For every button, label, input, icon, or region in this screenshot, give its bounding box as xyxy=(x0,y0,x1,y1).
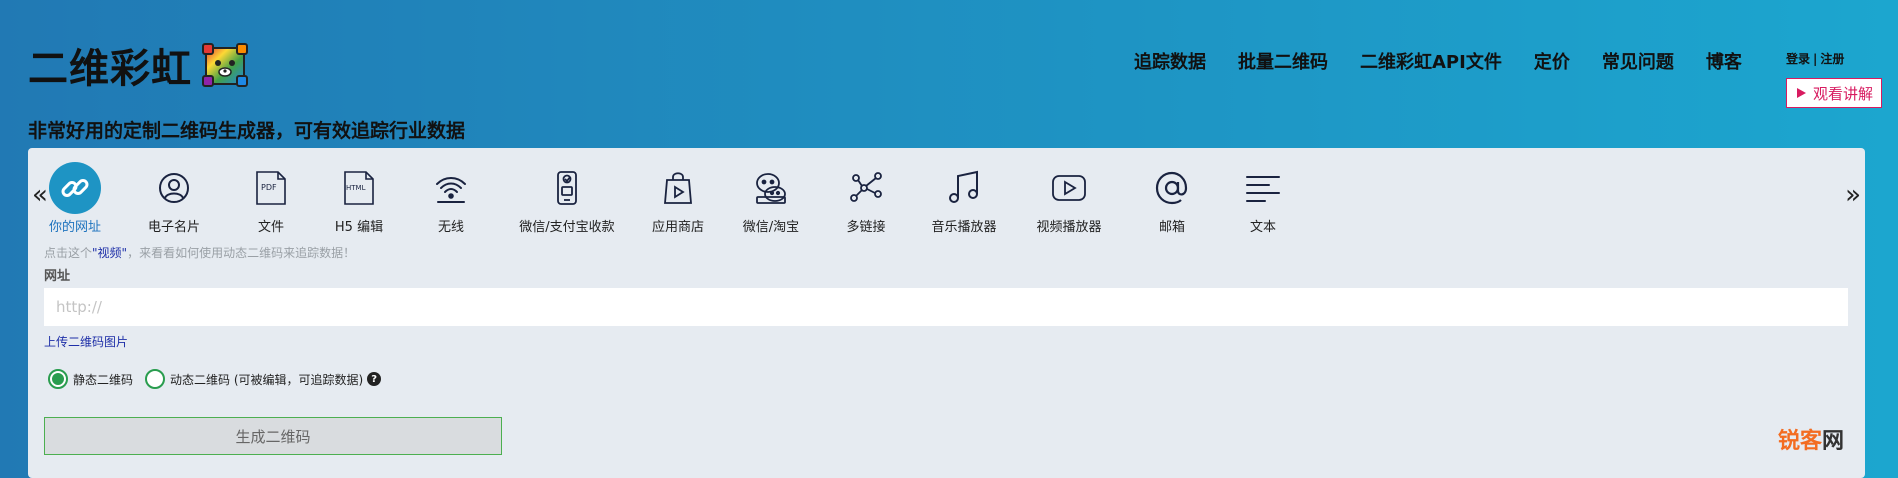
logo-text: 二维彩虹 xyxy=(28,46,192,92)
auth-links: 登录 | 注册 xyxy=(1786,50,1844,67)
person-icon xyxy=(159,173,189,203)
type-label-text: 文本 xyxy=(1249,220,1276,235)
auth-separator: | xyxy=(1813,52,1818,66)
nav-pricing[interactable]: 定价 xyxy=(1534,48,1570,74)
nav-api-docs[interactable]: 二维彩虹API文件 xyxy=(1360,48,1502,74)
type-tab-vcard[interactable]: 电子名片 xyxy=(146,162,202,235)
html-file-icon: HTML xyxy=(344,171,374,205)
pdf-file-icon: PDF xyxy=(256,171,286,205)
type-tab-wechat-taobao[interactable]: 微信/淘宝 xyxy=(742,162,800,235)
rainbow-bear-logo-icon xyxy=(202,43,248,87)
type-tab-music[interactable]: 音乐播放器 xyxy=(931,162,997,235)
nav-faq[interactable]: 常见问题 xyxy=(1602,48,1674,74)
wechat-icon xyxy=(756,173,786,204)
payment-icon xyxy=(557,171,577,205)
url-input[interactable] xyxy=(44,288,1848,326)
type-label-video: 视频播放器 xyxy=(1036,220,1102,235)
static-qr-radio[interactable] xyxy=(48,369,68,389)
type-label-email: 邮箱 xyxy=(1158,220,1185,235)
watch-tutorial-button[interactable]: 观看讲解 xyxy=(1786,78,1882,108)
type-tab-url[interactable]: 你的网址 xyxy=(47,162,103,235)
type-label-payment: 微信/支付宝收款 xyxy=(519,220,615,235)
nav-track-data[interactable]: 追踪数据 xyxy=(1134,48,1206,74)
watermark-brand: 锐客网 xyxy=(1778,423,1844,455)
app-store-icon xyxy=(664,172,692,204)
type-label-vcard: 电子名片 xyxy=(147,220,200,235)
hint-video-link[interactable]: "视频" xyxy=(92,246,127,260)
scroll-right-arrow[interactable]: » xyxy=(1845,180,1861,210)
main-nav: 追踪数据 批量二维码 二维彩虹API文件 定价 常见问题 博客 xyxy=(1134,48,1774,74)
watermark-brand-part2: 网 xyxy=(1822,429,1845,454)
tagline: 非常好用的定制二维码生成器，可有效追踪行业数据 xyxy=(28,120,466,142)
help-icon[interactable]: ? xyxy=(367,372,382,386)
watermark-brand-part1: 锐客 xyxy=(1778,429,1823,454)
type-tab-video[interactable]: 视频播放器 xyxy=(1036,162,1102,235)
type-label-wifi: 无线 xyxy=(437,220,464,235)
type-label-file: 文件 xyxy=(257,220,284,235)
watch-tutorial-label: 观看讲解 xyxy=(1812,84,1873,103)
wifi-icon xyxy=(436,177,466,203)
type-tab-file[interactable]: PDF 文件 xyxy=(250,162,292,235)
hint-text-after: ，来看看如何使用动态二维码来追踪数据！ xyxy=(127,246,356,260)
video-hint: 点击这个"视频"，来看看如何使用动态二维码来追踪数据！ xyxy=(44,244,355,261)
dynamic-qr-option[interactable]: 动态二维码 (可被编辑，可追踪数据) ? xyxy=(145,369,382,389)
dynamic-qr-label: 动态二维码 (可被编辑，可追踪数据) xyxy=(170,372,364,387)
logo[interactable]: 二维彩虹 xyxy=(28,36,248,94)
music-icon xyxy=(949,170,978,203)
type-tab-email[interactable]: 邮箱 xyxy=(1154,162,1190,235)
type-label-music: 音乐播放器 xyxy=(931,220,997,235)
static-qr-label: 静态二维码 xyxy=(73,372,134,387)
nav-batch-qr[interactable]: 批量二维码 xyxy=(1238,48,1328,74)
text-icon xyxy=(1246,176,1280,202)
qr-type-radio-group: 静态二维码 动态二维码 (可被编辑，可追踪数据) ? xyxy=(48,369,393,389)
svg-text:PDF: PDF xyxy=(261,183,277,192)
type-label-multi-link: 多链接 xyxy=(846,220,886,235)
hint-text-before: 点击这个 xyxy=(44,246,93,260)
type-tab-text[interactable]: 文本 xyxy=(1243,162,1283,235)
type-tab-wifi[interactable]: 无线 xyxy=(430,162,472,235)
link-icon xyxy=(61,179,89,197)
multi-link-icon xyxy=(850,172,882,202)
register-link[interactable]: 注册 xyxy=(1820,52,1844,66)
type-label-wechat-taobao: 微信/淘宝 xyxy=(742,220,800,235)
dynamic-qr-radio[interactable] xyxy=(145,369,166,389)
svg-text:HTML: HTML xyxy=(346,184,366,192)
at-icon xyxy=(1155,171,1188,205)
qr-generator-panel: « » 你的网址 电子名片 PDF 文件 HTML H5 编辑 无线 微信/支付… xyxy=(28,148,1865,478)
type-tab-h5[interactable]: HTML H5 编辑 xyxy=(332,162,386,235)
type-tab-app-store[interactable]: 应用商店 xyxy=(650,162,706,235)
url-label: 网址 xyxy=(44,269,71,284)
radio-selected-dot xyxy=(52,373,64,385)
static-qr-option[interactable]: 静态二维码 xyxy=(48,369,133,389)
play-icon xyxy=(1796,88,1806,98)
type-label-url: 你的网址 xyxy=(48,220,101,235)
type-tab-multi-link[interactable]: 多链接 xyxy=(845,162,887,235)
upload-qr-image-link[interactable]: 上传二维码图片 xyxy=(44,333,128,350)
generate-qr-button[interactable]: 生成二维码 xyxy=(44,417,502,455)
scroll-left-arrow[interactable]: « xyxy=(32,180,48,210)
type-label-app-store: 应用商店 xyxy=(651,220,704,235)
nav-blog[interactable]: 博客 xyxy=(1706,48,1742,74)
type-label-h5: H5 编辑 xyxy=(334,220,384,235)
type-tab-payment[interactable]: 微信/支付宝收款 xyxy=(515,162,619,235)
video-icon xyxy=(1052,175,1086,201)
login-link[interactable]: 登录 xyxy=(1786,52,1810,66)
